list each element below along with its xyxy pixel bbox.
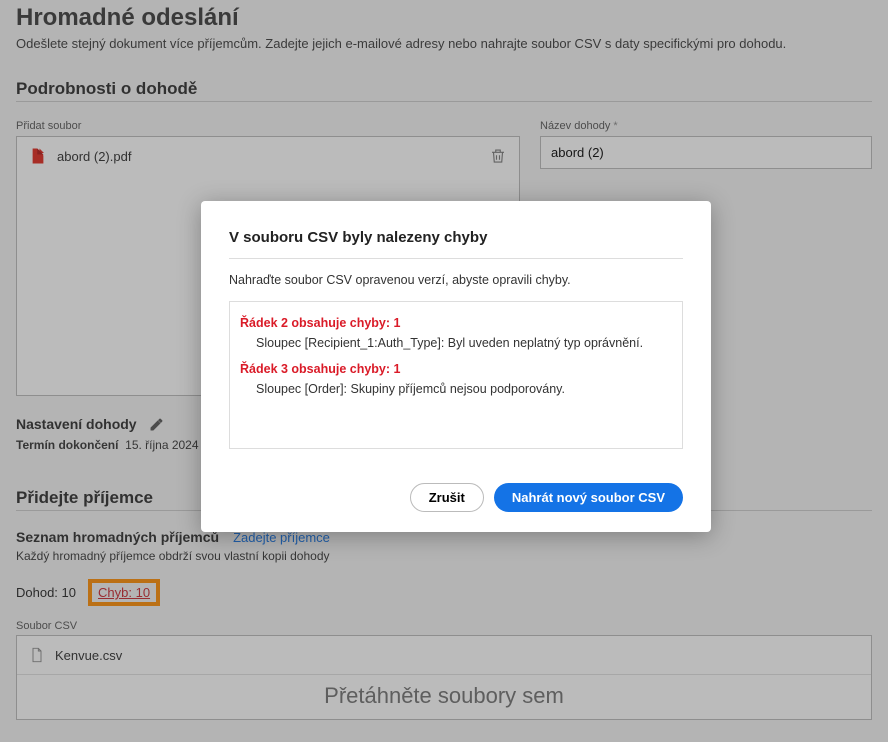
error-list[interactable]: Řádek 2 obsahuje chyby: 1 Sloupec [Recip… [229, 301, 683, 449]
error-detail: Sloupec [Recipient_1:Auth_Type]: Byl uve… [256, 336, 672, 350]
modal-overlay: V souboru CSV byly nalezeny chyby Nahraď… [0, 0, 888, 742]
error-detail: Sloupec [Order]: Skupiny příjemců nejsou… [256, 382, 672, 396]
modal-title: V souboru CSV byly nalezeny chyby [229, 229, 683, 259]
error-heading: Řádek 2 obsahuje chyby: 1 [240, 316, 672, 330]
modal-subtitle: Nahraďte soubor CSV opravenou verzí, aby… [229, 273, 683, 287]
error-heading: Řádek 3 obsahuje chyby: 1 [240, 362, 672, 376]
error-modal: V souboru CSV byly nalezeny chyby Nahraď… [201, 201, 711, 532]
cancel-button[interactable]: Zrušit [410, 483, 484, 512]
upload-new-csv-button[interactable]: Nahrát nový soubor CSV [494, 483, 683, 512]
